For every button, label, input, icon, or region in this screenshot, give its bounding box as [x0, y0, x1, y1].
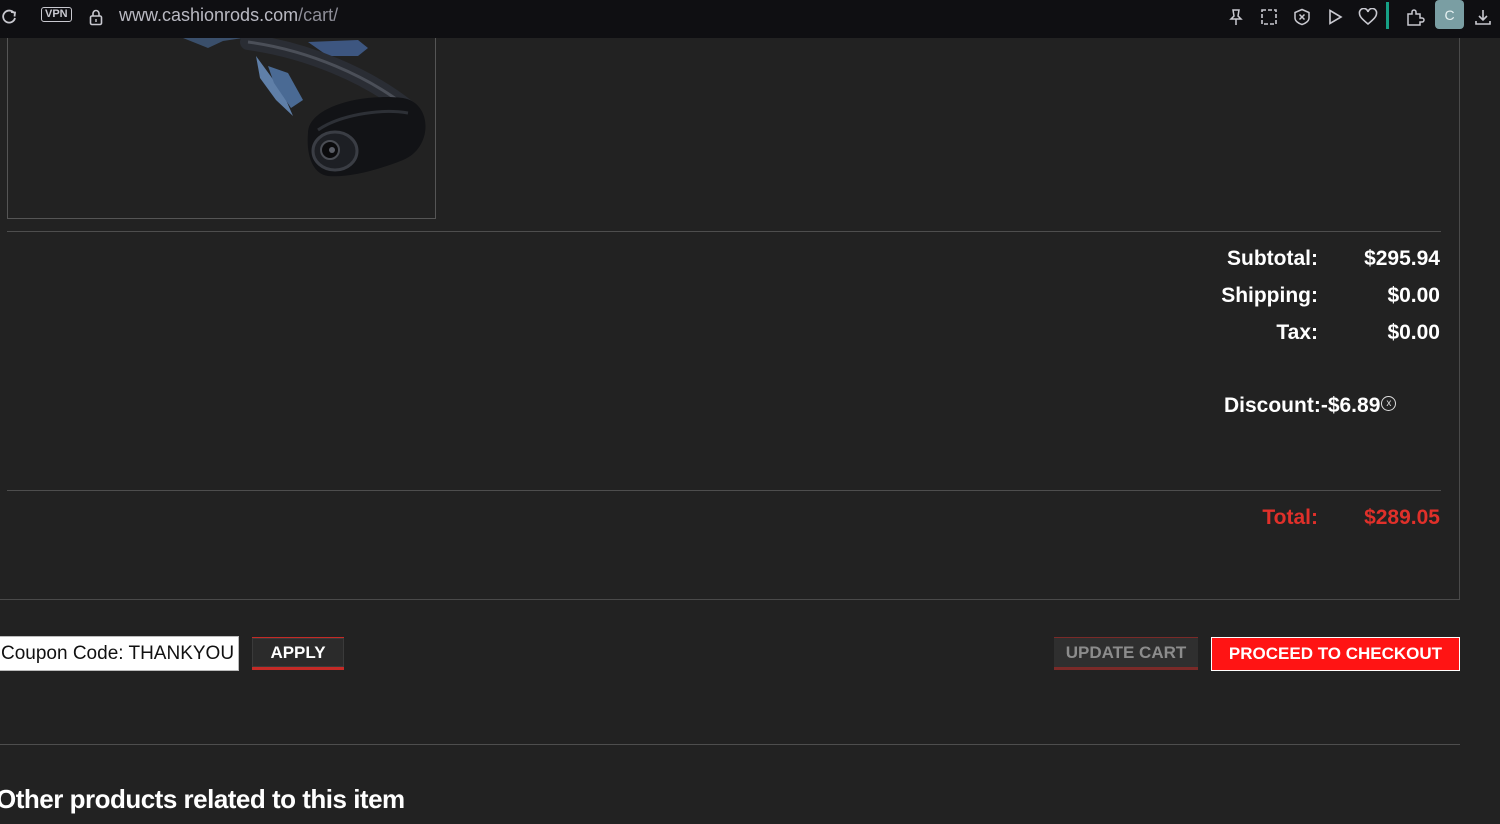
proceed-to-checkout-button[interactable]: PROCEED TO CHECKOUT — [1211, 637, 1460, 671]
discount-row: Discount:-$6.89 x — [1224, 393, 1397, 419]
shipping-label: Shipping: — [1221, 284, 1318, 307]
discount-label: Discount: — [1224, 394, 1321, 417]
profile-avatar[interactable]: C — [1435, 0, 1464, 29]
product-image[interactable] — [7, 38, 436, 219]
play-icon[interactable] — [1324, 6, 1346, 28]
remove-discount-icon[interactable]: x — [1381, 396, 1397, 411]
tax-label: Tax: — [1276, 321, 1318, 344]
toolbar-divider — [1386, 2, 1389, 29]
divider — [0, 744, 1460, 745]
url-domain: www.cashionrods.com — [119, 5, 299, 25]
address-bar[interactable]: www.cashionrods.com/cart/ — [119, 4, 338, 26]
apply-coupon-button[interactable]: APPLY — [252, 637, 344, 670]
tax-value: $0.00 — [1387, 321, 1440, 344]
discount-value: -$6.89 — [1320, 394, 1381, 417]
lock-icon[interactable] — [85, 6, 107, 28]
vpn-badge[interactable]: VPN — [41, 7, 72, 22]
coupon-input[interactable] — [0, 636, 239, 671]
total-label: Total: — [1262, 506, 1318, 529]
heart-icon[interactable] — [1357, 6, 1379, 28]
fishing-reel-image — [183, 38, 426, 177]
shipping-value: $0.00 — [1387, 284, 1440, 307]
subtotal-label: Subtotal: — [1227, 247, 1318, 270]
total-value: $289.05 — [1364, 506, 1440, 529]
download-icon[interactable] — [1472, 6, 1494, 28]
divider — [7, 231, 1441, 232]
update-cart-button[interactable]: UPDATE CART — [1054, 637, 1198, 670]
pin-icon[interactable] — [1225, 6, 1247, 28]
subtotal-value: $295.94 — [1364, 247, 1440, 270]
screenshot-icon[interactable] — [1258, 6, 1280, 28]
divider — [7, 490, 1441, 491]
browser-toolbar: VPN www.cashionrods.com/cart/ C — [0, 0, 1500, 38]
related-products-heading: Other products related to this item — [0, 784, 405, 814]
reload-icon[interactable] — [0, 6, 20, 28]
extensions-icon[interactable] — [1404, 6, 1426, 28]
url-path: /cart/ — [298, 5, 339, 25]
close-box-icon[interactable] — [1291, 6, 1313, 28]
